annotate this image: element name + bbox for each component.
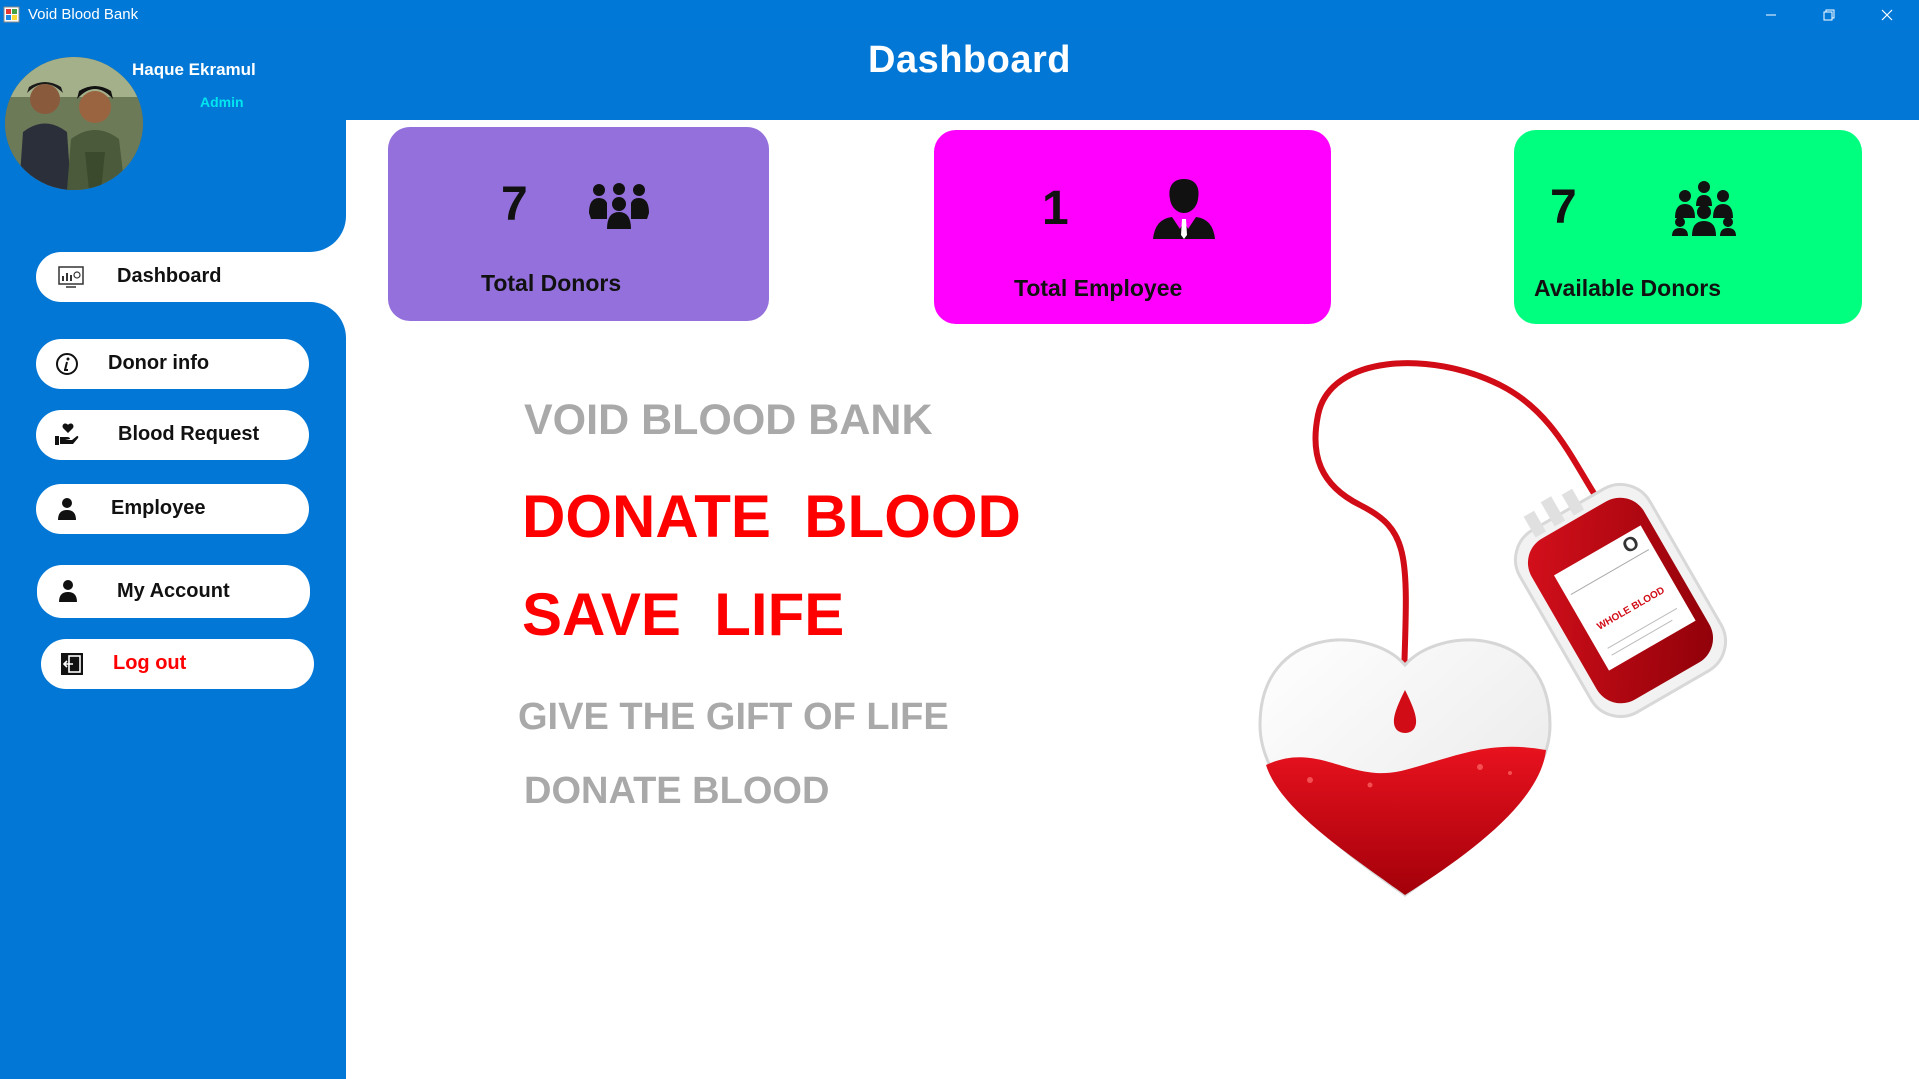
- bank-name-heading: VOID BLOOD BANK: [524, 396, 933, 444]
- stat-value: 7: [1550, 181, 1577, 234]
- employee-icon: [1153, 179, 1215, 239]
- restore-icon: [1823, 9, 1835, 20]
- stat-card-total-donors[interactable]: 7 Total Donors: [388, 127, 769, 321]
- tagline-donate-blood: DONATE BLOOD: [524, 770, 830, 812]
- hand-heart-icon: [54, 423, 80, 447]
- sidebar-item-blood-request[interactable]: Blood Request: [36, 410, 309, 460]
- stat-label: Total Employee: [1014, 275, 1183, 301]
- page-header: Dashboard: [346, 29, 1919, 120]
- group-icon: [589, 183, 649, 229]
- logout-icon: [59, 652, 85, 676]
- close-button[interactable]: [1858, 0, 1916, 29]
- blood-donation-illustration: WHOLE BLOOD O: [1258, 360, 1727, 897]
- users-icon: [1672, 181, 1736, 236]
- sidebar-item-employee[interactable]: Employee: [36, 484, 309, 534]
- user-icon: [55, 579, 81, 603]
- page-title: Dashboard: [868, 39, 1071, 81]
- sidebar-item-label: My Account: [117, 580, 230, 602]
- window-title-bar: Void Blood Bank: [0, 0, 1919, 29]
- headline-donate-blood: DONATE BLOOD: [522, 483, 1021, 550]
- stat-label: Total Donors: [481, 270, 622, 296]
- restore-button[interactable]: [1800, 0, 1858, 29]
- stat-card-available-donors[interactable]: 7 Available Donors: [1514, 130, 1862, 324]
- avatar: [5, 57, 143, 190]
- stat-label: Available Donors: [1534, 275, 1722, 301]
- stat-value: 7: [501, 178, 528, 231]
- sidebar-item-label: Donor info: [108, 352, 210, 374]
- user-role: Admin: [200, 94, 244, 110]
- minimize-button[interactable]: [1742, 0, 1800, 29]
- sidebar-item-label: Log out: [113, 652, 187, 674]
- window-title: Void Blood Bank: [28, 6, 139, 23]
- close-icon: [1881, 9, 1893, 20]
- stat-value: 1: [1042, 182, 1069, 235]
- headline-save-life: SAVE LIFE: [522, 581, 845, 648]
- tagline-gift-of-life: GIVE THE GIFT OF LIFE: [518, 696, 949, 738]
- stat-card-total-employee[interactable]: 1 Total Employee: [934, 130, 1331, 324]
- avatar-photo: [5, 57, 143, 190]
- app-icon: [3, 6, 20, 23]
- sidebar-item-my-account[interactable]: My Account: [37, 565, 310, 618]
- sidebar-item-label: Employee: [111, 497, 206, 519]
- heart-glass: [1258, 638, 1552, 897]
- dashboard-icon: [58, 266, 84, 288]
- minimize-icon: [1766, 14, 1776, 15]
- sidebar-item-label: Dashboard: [117, 265, 222, 287]
- active-tab-curve-bottom: [266, 302, 346, 338]
- info-icon: [54, 352, 80, 376]
- sidebar-item-label: Blood Request: [118, 423, 260, 445]
- active-tab-curve-top: [266, 216, 346, 252]
- logout-button[interactable]: Log out: [41, 639, 314, 689]
- sidebar-item-dashboard[interactable]: Dashboard: [36, 252, 346, 302]
- sidebar-item-donor-info[interactable]: Donor info: [36, 339, 309, 389]
- sidebar: Haque Ekramul Admin Dashboard Donor info…: [0, 29, 346, 1079]
- user-name: Haque Ekramul: [132, 60, 256, 79]
- user-icon: [54, 497, 80, 521]
